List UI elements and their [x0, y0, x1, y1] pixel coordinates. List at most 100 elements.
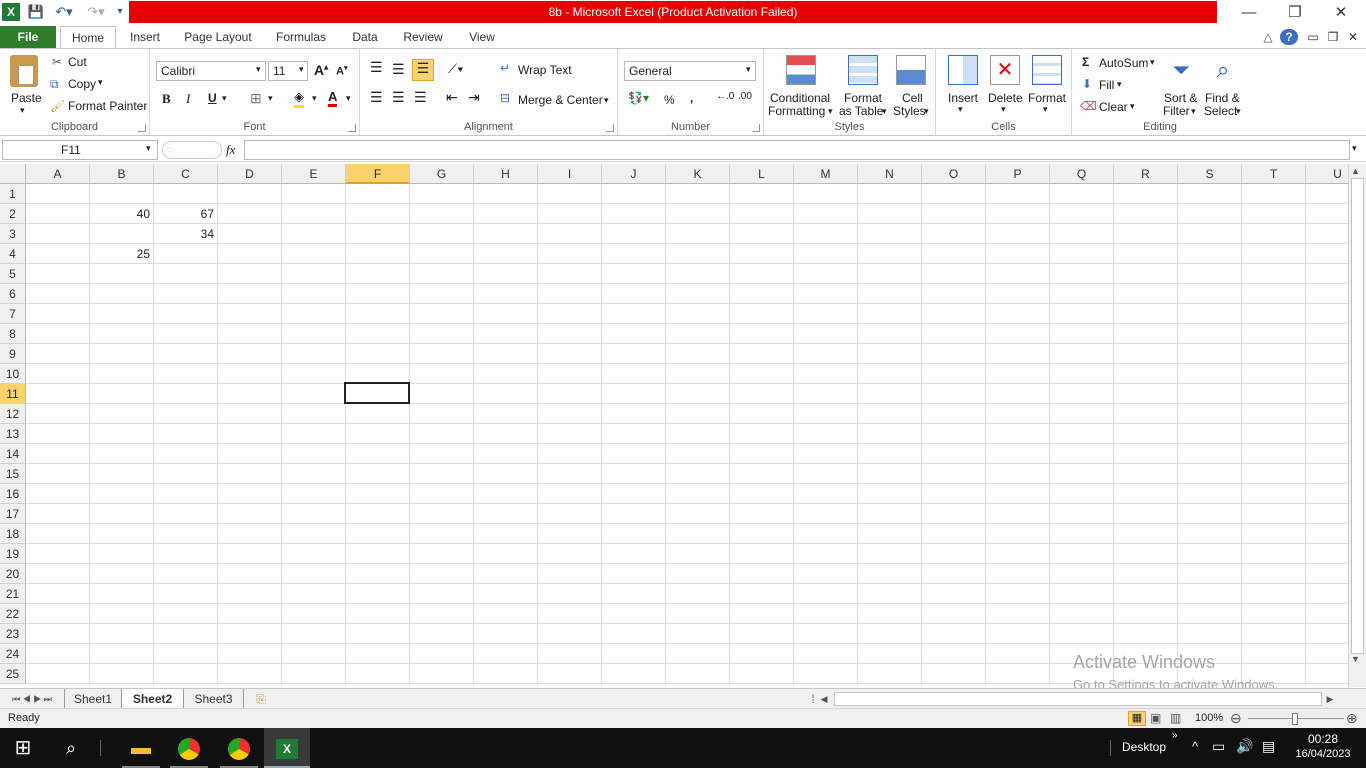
align-right-icon[interactable]: ☰: [414, 89, 427, 106]
font-launcher-icon[interactable]: [348, 124, 356, 132]
font-color-dropdown-icon[interactable]: ▾: [346, 93, 351, 104]
row-header-15[interactable]: 15: [0, 464, 26, 484]
workbook-close-icon[interactable]: ✕: [1346, 26, 1360, 48]
row-header-3[interactable]: 3: [0, 224, 26, 244]
normal-view-icon[interactable]: ▦: [1128, 711, 1146, 726]
collapse-ribbon-icon[interactable]: △: [1260, 26, 1276, 48]
bold-button[interactable]: B: [162, 91, 171, 107]
italic-button[interactable]: I: [186, 91, 190, 107]
cell-c2[interactable]: 67: [154, 204, 217, 224]
tab-insert[interactable]: Insert: [122, 26, 168, 48]
row-header-2[interactable]: 2: [0, 204, 26, 224]
row-header-17[interactable]: 17: [0, 504, 26, 524]
row-header-11[interactable]: 11: [0, 384, 26, 404]
column-header-o[interactable]: O: [922, 164, 986, 184]
scroll-down-icon[interactable]: ▼: [1351, 654, 1360, 664]
decrease-indent-icon[interactable]: ⇤: [446, 89, 458, 106]
merge-dropdown-icon[interactable]: ▾: [604, 95, 609, 106]
sheet-tab-2[interactable]: Sheet2: [122, 689, 184, 709]
vertical-scrollbar[interactable]: ▲ ▼: [1348, 164, 1366, 687]
column-header-u[interactable]: U: [1306, 164, 1348, 184]
shrink-font-icon[interactable]: A▾: [336, 64, 347, 78]
column-header-h[interactable]: H: [474, 164, 538, 184]
search-icon[interactable]: ⌕: [48, 728, 94, 768]
insert-sheet-icon[interactable]: ⎘: [250, 689, 272, 709]
increase-indent-icon[interactable]: ⇥: [468, 89, 480, 106]
find-label[interactable]: Find &: [1205, 91, 1240, 105]
file-explorer-icon[interactable]: ▬: [118, 728, 164, 768]
delete-dropdown-icon[interactable]: ▾: [1001, 104, 1006, 115]
row-header-16[interactable]: 16: [0, 484, 26, 504]
row-header-20[interactable]: 20: [0, 564, 26, 584]
sheet-nav-arrows-icon[interactable]: ⏮ ◀ ▶ ⏭: [4, 689, 60, 709]
column-header-p[interactable]: P: [986, 164, 1050, 184]
fill-dropdown-icon[interactable]: ▾: [1117, 79, 1122, 90]
cell-b4[interactable]: 25: [90, 244, 153, 264]
page-layout-view-icon[interactable]: ▣: [1150, 711, 1161, 725]
workbook-minimize-icon[interactable]: ▭: [1306, 26, 1320, 48]
tab-data[interactable]: Data: [344, 26, 386, 48]
customize-quick-access-icon[interactable]: ▾: [114, 3, 126, 21]
row-header-6[interactable]: 6: [0, 284, 26, 304]
vertical-scroll-thumb[interactable]: [1351, 178, 1364, 654]
name-box-dropdown-icon[interactable]: ▾: [146, 143, 151, 154]
clock-date[interactable]: 16/04/2023: [1290, 748, 1356, 760]
sheet-tab-1[interactable]: Sheet1: [64, 689, 122, 709]
autosum-dropdown-icon[interactable]: ▾: [1150, 57, 1155, 68]
row-header-10[interactable]: 10: [0, 364, 26, 384]
paste-button[interactable]: Paste: [11, 91, 42, 105]
undo-icon[interactable]: ↶▾: [50, 3, 78, 21]
row-header-1[interactable]: 1: [0, 184, 26, 204]
insert-button[interactable]: Insert: [948, 91, 978, 105]
close-button[interactable]: ✕: [1318, 2, 1364, 24]
expand-formula-bar-icon[interactable]: ▾: [1352, 143, 1357, 154]
paste-dropdown-icon[interactable]: ▾: [20, 105, 25, 116]
tab-formulas[interactable]: Formulas: [268, 26, 334, 48]
row-header-12[interactable]: 12: [0, 404, 26, 424]
scroll-left-icon[interactable]: ◀: [818, 689, 830, 709]
cut-button[interactable]: Cut: [68, 55, 87, 69]
tab-home[interactable]: Home: [60, 26, 116, 49]
tab-page-layout[interactable]: Page Layout: [178, 26, 258, 48]
conditional-dropdown-icon[interactable]: ▾: [828, 106, 833, 117]
column-header-l[interactable]: L: [730, 164, 794, 184]
tab-split-handle-icon[interactable]: ⁞: [808, 689, 818, 709]
percent-button[interactable]: %: [664, 93, 675, 107]
fill-color-dropdown-icon[interactable]: ▾: [312, 93, 317, 104]
windows-start-icon[interactable]: ⊞: [0, 728, 46, 768]
desktop-toolbar[interactable]: Desktop: [1122, 740, 1166, 754]
scroll-right-icon[interactable]: ▶: [1324, 689, 1336, 709]
column-header-d[interactable]: D: [218, 164, 282, 184]
font-name-input[interactable]: Calibri: [156, 61, 266, 81]
comma-button[interactable]: ,: [690, 91, 693, 105]
notifications-icon[interactable]: ▤: [1262, 738, 1275, 755]
alignment-launcher-icon[interactable]: [606, 124, 614, 132]
clipboard-launcher-icon[interactable]: [138, 124, 146, 132]
column-header-e[interactable]: E: [282, 164, 346, 184]
excel-taskbar-icon[interactable]: X: [264, 728, 310, 768]
column-header-b[interactable]: B: [90, 164, 154, 184]
restore-button[interactable]: ❐: [1272, 2, 1318, 24]
column-header-s[interactable]: S: [1178, 164, 1242, 184]
column-header-f[interactable]: F: [346, 164, 410, 184]
fill-button[interactable]: Fill: [1099, 78, 1114, 92]
cell-b2[interactable]: 40: [90, 204, 153, 224]
copy-button[interactable]: Copy: [68, 77, 96, 91]
row-header-5[interactable]: 5: [0, 264, 26, 284]
as-table-label[interactable]: as Table: [839, 104, 883, 118]
column-header-t[interactable]: T: [1242, 164, 1306, 184]
zoom-out-icon[interactable]: ⊖: [1230, 710, 1242, 727]
insert-function-button[interactable]: fx: [226, 142, 235, 158]
increase-decimal-icon[interactable]: ←.0: [716, 91, 734, 102]
align-left-icon[interactable]: ☰: [370, 89, 383, 106]
column-header-q[interactable]: Q: [1050, 164, 1114, 184]
page-break-view-icon[interactable]: ▥: [1170, 711, 1181, 725]
align-middle-icon[interactable]: ☰: [392, 61, 405, 78]
row-header-18[interactable]: 18: [0, 524, 26, 544]
column-header-r[interactable]: R: [1114, 164, 1178, 184]
find-select-dropdown-icon[interactable]: ▾: [1236, 106, 1241, 117]
sheet-tab-3[interactable]: Sheet3: [184, 689, 244, 709]
cell-styles-dropdown-icon[interactable]: ▾: [924, 106, 929, 117]
formula-input[interactable]: [244, 140, 1350, 160]
row-header-9[interactable]: 9: [0, 344, 26, 364]
